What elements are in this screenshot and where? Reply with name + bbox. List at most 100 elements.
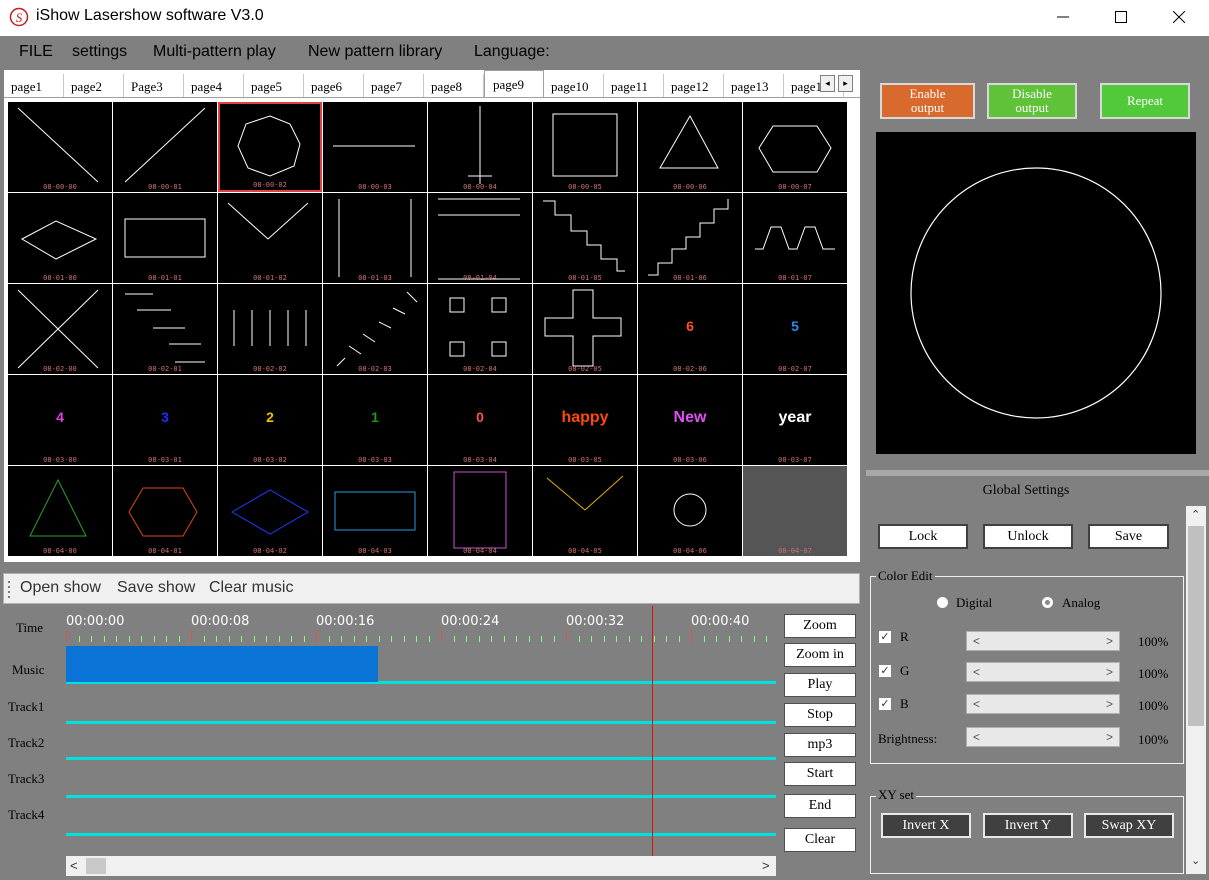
pattern-cell-08-04-00[interactable]: 08-04-00 bbox=[8, 466, 112, 556]
track4[interactable] bbox=[66, 800, 776, 836]
pattern-cell-08-04-03[interactable]: 08-04-03 bbox=[323, 466, 427, 556]
pattern-cell-08-04-02[interactable]: 08-04-02 bbox=[218, 466, 322, 556]
panel-divider[interactable] bbox=[866, 470, 1209, 476]
pattern-cell-08-03-04[interactable]: 0 08-03-04 bbox=[428, 375, 532, 465]
b-slider[interactable]: < > bbox=[966, 694, 1120, 714]
pattern-cell-08-04-04[interactable]: 08-04-04 bbox=[428, 466, 532, 556]
tab-scroll-right-icon[interactable]: ▸ bbox=[838, 75, 853, 92]
pattern-cell-08-03-03[interactable]: 1 08-03-03 bbox=[323, 375, 427, 465]
close-button[interactable] bbox=[1150, 0, 1208, 34]
save-show-button[interactable]: Save show bbox=[117, 579, 195, 597]
tab-page7[interactable]: page7 bbox=[364, 74, 424, 97]
r-checkbox[interactable]: ✓ bbox=[878, 630, 892, 644]
menu-multi-pattern-play[interactable]: Multi-pattern play bbox=[153, 43, 276, 61]
music-clip[interactable] bbox=[66, 646, 378, 682]
scroll-right-icon[interactable]: > bbox=[762, 858, 770, 873]
pattern-cell-08-01-02[interactable]: 08-01-02 bbox=[218, 193, 322, 283]
end-button[interactable]: End bbox=[784, 794, 856, 818]
swap-xy-button[interactable]: Swap XY bbox=[1084, 813, 1174, 838]
time-ruler[interactable]: 00:00:00 00:00:08 00:00:16 00:00:24 00:00:32… bbox=[66, 608, 776, 644]
scroll-thumb[interactable] bbox=[86, 858, 106, 874]
pattern-cell-08-02-03[interactable]: 08-02-03 bbox=[323, 284, 427, 374]
tab-page9[interactable]: page9 bbox=[484, 70, 544, 97]
pattern-cell-08-01-00[interactable]: 08-01-00 bbox=[8, 193, 112, 283]
pattern-cell-08-03-00[interactable]: 4 08-03-00 bbox=[8, 375, 112, 465]
tab-page5[interactable]: page5 bbox=[244, 74, 304, 97]
pattern-cell-08-00-01[interactable]: 08-00-01 bbox=[113, 102, 217, 192]
track1[interactable] bbox=[66, 688, 776, 724]
maximize-button[interactable] bbox=[1092, 0, 1150, 34]
pattern-cell-08-01-03[interactable]: 08-01-03 bbox=[323, 193, 427, 283]
invert-y-button[interactable]: Invert Y bbox=[983, 813, 1073, 838]
g-slider[interactable]: < > bbox=[966, 662, 1120, 682]
invert-x-button[interactable]: Invert X bbox=[881, 813, 971, 838]
timeline-scrollbar[interactable]: < > bbox=[66, 856, 776, 876]
pattern-cell-08-00-07[interactable]: 08-00-07 bbox=[743, 102, 847, 192]
pattern-cell-08-00-05[interactable]: 08-00-05 bbox=[533, 102, 637, 192]
tab-page8[interactable]: page8 bbox=[424, 74, 484, 97]
start-button[interactable]: Start bbox=[784, 762, 856, 786]
save-settings-button[interactable]: Save bbox=[1088, 524, 1169, 549]
tab-page14[interactable]: page14 bbox=[784, 74, 844, 97]
stop-button[interactable]: Stop bbox=[784, 703, 856, 727]
pattern-cell-08-03-05[interactable]: happy 08-03-05 bbox=[533, 375, 637, 465]
scroll-thumb-vertical[interactable] bbox=[1188, 526, 1204, 726]
pattern-cell-08-01-04[interactable]: 08-01-04 bbox=[428, 193, 532, 283]
enable-output-button[interactable]: Enable output bbox=[880, 83, 975, 119]
lock-button[interactable]: Lock bbox=[878, 524, 968, 549]
pattern-cell-08-02-07[interactable]: 5 08-02-07 bbox=[743, 284, 847, 374]
tab-page11[interactable]: page11 bbox=[604, 74, 664, 97]
pattern-cell-08-03-01[interactable]: 3 08-03-01 bbox=[113, 375, 217, 465]
zoom-button[interactable]: Zoom bbox=[784, 614, 856, 638]
playhead[interactable] bbox=[652, 606, 653, 856]
pattern-cell-08-01-07[interactable]: 08-01-07 bbox=[743, 193, 847, 283]
tab-scroll-left-icon[interactable]: ◂ bbox=[820, 75, 835, 92]
track3[interactable] bbox=[66, 762, 776, 798]
clear-button[interactable]: Clear bbox=[784, 828, 856, 852]
tab-page1[interactable]: page1 bbox=[4, 74, 64, 97]
menu-file[interactable]: FILE bbox=[19, 43, 53, 61]
mp3-button[interactable]: mp3 bbox=[784, 733, 856, 757]
tab-page3[interactable]: Page3 bbox=[124, 74, 184, 97]
pattern-cell-08-01-06[interactable]: 08-01-06 bbox=[638, 193, 742, 283]
menu-settings[interactable]: settings bbox=[72, 43, 127, 61]
b-checkbox[interactable]: ✓ bbox=[878, 697, 892, 711]
pattern-cell-08-02-04[interactable]: 08-02-04 bbox=[428, 284, 532, 374]
pattern-cell-08-02-00[interactable]: 08-02-00 bbox=[8, 284, 112, 374]
play-button[interactable]: Play bbox=[784, 673, 856, 697]
pattern-cell-08-04-07[interactable]: 08-04-07 bbox=[743, 466, 847, 556]
menu-language[interactable]: Language: bbox=[474, 43, 550, 61]
pattern-cell-08-04-05[interactable]: 08-04-05 bbox=[533, 466, 637, 556]
pattern-cell-08-00-03[interactable]: 08-00-03 bbox=[323, 102, 427, 192]
tab-page12[interactable]: page12 bbox=[664, 74, 724, 97]
pattern-cell-08-04-01[interactable]: 08-04-01 bbox=[113, 466, 217, 556]
track2[interactable] bbox=[66, 724, 776, 760]
pattern-cell-08-00-06[interactable]: 08-00-06 bbox=[638, 102, 742, 192]
pattern-cell-08-02-02[interactable]: 08-02-02 bbox=[218, 284, 322, 374]
settings-scrollbar[interactable]: ⌃ ⌄ bbox=[1186, 506, 1206, 874]
g-checkbox[interactable]: ✓ bbox=[878, 664, 892, 678]
repeat-button[interactable]: Repeat bbox=[1100, 83, 1190, 119]
pattern-cell-08-03-06[interactable]: New 08-03-06 bbox=[638, 375, 742, 465]
clear-music-button[interactable]: Clear music bbox=[209, 579, 293, 597]
open-show-button[interactable]: Open show bbox=[20, 579, 101, 597]
digital-radio[interactable] bbox=[936, 596, 949, 609]
pattern-cell-08-00-02[interactable]: 08-00-02 bbox=[218, 102, 322, 192]
pattern-cell-08-01-05[interactable]: 08-01-05 bbox=[533, 193, 637, 283]
menu-new-pattern-library[interactable]: New pattern library bbox=[308, 43, 442, 61]
tab-page2[interactable]: page2 bbox=[64, 74, 124, 97]
scroll-down-icon[interactable]: ⌄ bbox=[1191, 854, 1200, 867]
pattern-cell-08-00-04[interactable]: 08-00-04 bbox=[428, 102, 532, 192]
disable-output-button[interactable]: Disable output bbox=[987, 83, 1077, 119]
pattern-cell-08-03-07[interactable]: year 08-03-07 bbox=[743, 375, 847, 465]
scroll-left-icon[interactable]: < bbox=[70, 858, 78, 873]
pattern-cell-08-04-06[interactable]: 08-04-06 bbox=[638, 466, 742, 556]
minimize-button[interactable] bbox=[1034, 0, 1092, 34]
tab-page10[interactable]: page10 bbox=[544, 74, 604, 97]
pattern-cell-08-02-01[interactable]: 08-02-01 bbox=[113, 284, 217, 374]
pattern-cell-08-01-01[interactable]: 08-01-01 bbox=[113, 193, 217, 283]
pattern-cell-08-03-02[interactable]: 2 08-03-02 bbox=[218, 375, 322, 465]
pattern-cell-08-02-06[interactable]: 6 08-02-06 bbox=[638, 284, 742, 374]
zoom-in-button[interactable]: Zoom in bbox=[784, 643, 856, 667]
pattern-cell-08-00-00[interactable]: 08-00-00 bbox=[8, 102, 112, 192]
